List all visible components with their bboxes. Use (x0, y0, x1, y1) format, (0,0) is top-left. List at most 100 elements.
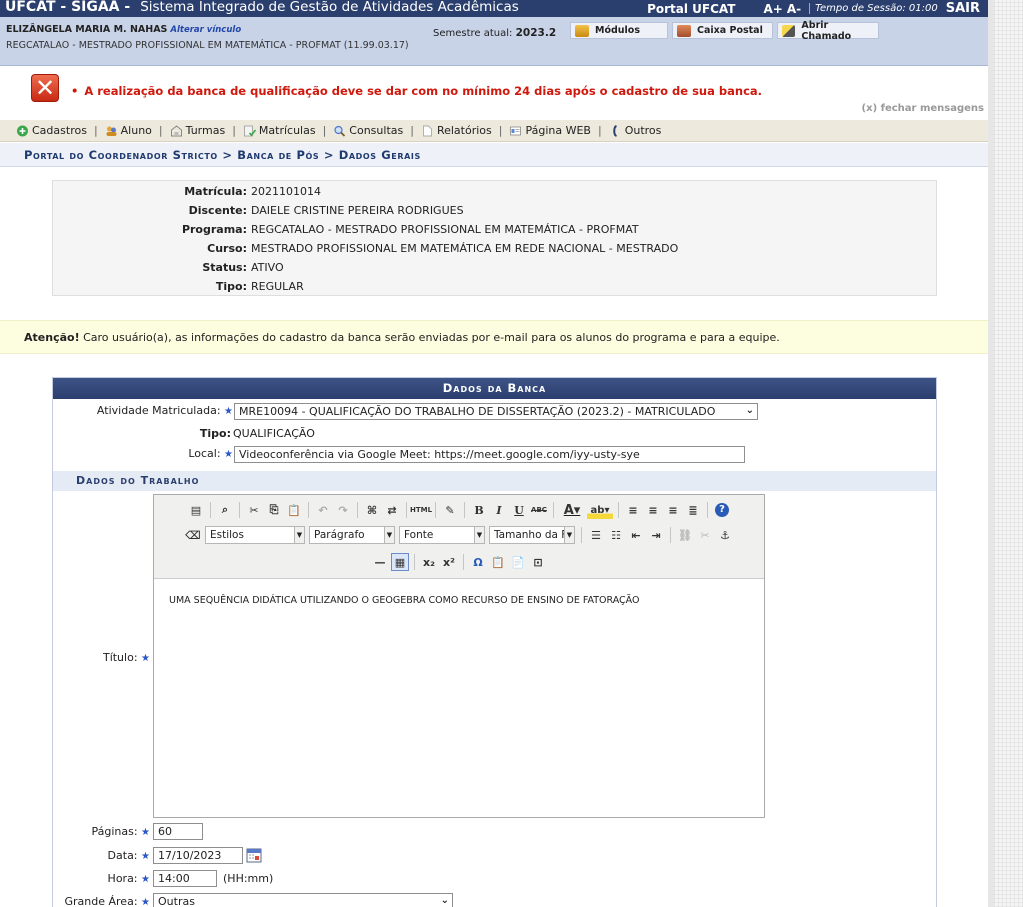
special-char-icon[interactable]: Ω (469, 553, 487, 571)
source-view-icon[interactable]: ▤ (187, 501, 205, 519)
menu-item-cadastros[interactable]: Cadastros (16, 124, 87, 137)
unlink-icon[interactable]: ✂ (696, 526, 714, 544)
data-input[interactable]: 17/10/2023 (153, 847, 243, 864)
subscript-icon[interactable]: x₂ (420, 553, 438, 571)
menu-item-pagina-web[interactable]: Página WEB (509, 124, 591, 137)
numbered-list-icon[interactable]: ☷ (607, 526, 625, 544)
portal-link[interactable]: Portal UFCAT (647, 2, 735, 16)
align-left-icon[interactable]: ≡ (624, 501, 642, 519)
cleanup-icon[interactable]: ✎ (441, 501, 459, 519)
logout-button[interactable]: SAIR (946, 1, 980, 16)
font-decrease-button[interactable]: A- (787, 2, 801, 16)
toolbar-separator (670, 527, 671, 543)
copy-icon[interactable]: ⎘ (265, 501, 283, 519)
modules-button[interactable]: Módulos (570, 22, 668, 39)
highlight-color-icon[interactable]: ab▾ (587, 501, 613, 519)
anchor-icon[interactable]: ⚓ (716, 526, 734, 544)
toolbar-separator (463, 554, 464, 570)
format-select[interactable]: Parágrafo ▼ (309, 526, 395, 544)
horizontal-rule-icon[interactable]: — (371, 553, 389, 571)
html-icon[interactable]: HTML (410, 501, 432, 519)
replace-icon[interactable]: ⇄ (383, 501, 401, 519)
open-ticket-button[interactable]: Abrir Chamado (777, 20, 879, 42)
paste-word-icon[interactable]: 📄 (509, 553, 527, 571)
bold-icon[interactable]: B (470, 501, 488, 519)
enroll-icon (244, 125, 256, 136)
classroom-icon (170, 124, 182, 136)
student-row-matricula: Matrícula: 2021101014 (53, 185, 938, 204)
field-label: Curso: (207, 242, 247, 255)
students-icon (106, 126, 117, 136)
redo-icon[interactable]: ↷ (334, 501, 352, 519)
required-star-icon: ★ (141, 851, 150, 862)
font-size-select[interactable]: Tamanho da F ▼ (489, 526, 575, 544)
required-star-icon: ★ (141, 653, 150, 664)
undo-icon[interactable]: ↶ (314, 501, 332, 519)
text-color-icon[interactable]: A▾ (559, 501, 585, 519)
find-icon[interactable]: ⌘ (363, 501, 381, 519)
table-icon[interactable]: ▦ (391, 553, 409, 571)
toolbar-row-2: ⌫ Estilos ▼ Parágrafo ▼ Fonte ▼ Tamanho da … (154, 523, 764, 547)
font-select[interactable]: Fonte ▼ (399, 526, 485, 544)
menu-item-aluno[interactable]: Aluno (105, 124, 152, 137)
toolbar-row-1: ▤ ⌕ ✂ ⎘ 📋 ↶ ↷ ⌘ ⇄ HTML ✎ B I U ABC A▾ ab… (154, 498, 764, 522)
change-link[interactable]: Alterar vínculo (170, 25, 241, 35)
local-label-cell: Local: ★ (53, 447, 233, 467)
data-label-text: Data: (107, 849, 138, 862)
toolbar-separator (553, 502, 554, 518)
strikethrough-icon[interactable]: ABC (530, 501, 548, 519)
cut-icon[interactable]: ✂ (245, 501, 263, 519)
preview-icon[interactable]: ⌕ (216, 501, 234, 519)
help-icon[interactable]: ? (713, 501, 731, 519)
attention-title: Atenção! (24, 331, 80, 344)
grande-area-select-value: Outras (158, 895, 195, 907)
indent-icon[interactable]: ⇥ (647, 526, 665, 544)
titulo-rich-text-editor[interactable]: ▤ ⌕ ✂ ⎘ 📋 ↶ ↷ ⌘ ⇄ HTML ✎ B I U ABC A▾ ab… (153, 494, 765, 818)
menu-item-relatorios[interactable]: Relatórios (421, 124, 492, 137)
editor-content[interactable]: UMA SEQUÊNCIA DIDÁTICA UTILIZANDO O GEOG… (169, 595, 639, 606)
grande-area-select[interactable]: Outras ⌄ (153, 893, 453, 907)
link-icon[interactable]: ⛓ (676, 526, 694, 544)
session-timer: Tempo de Sessão: 01:00 (809, 3, 938, 14)
tipo-label-cell: Tipo: (53, 427, 231, 447)
paginas-input[interactable]: 60 (153, 823, 203, 840)
underline-icon[interactable]: U (510, 501, 528, 519)
italic-icon[interactable]: I (490, 501, 508, 519)
atividade-select[interactable]: MRE10094 - QUALIFICAÇÃO DO TRABALHO DE D… (234, 403, 758, 420)
area-label: Grande Área: ★ (65, 895, 151, 907)
font-size-select-value: Tamanho da F (494, 529, 568, 541)
mailbox-icon (677, 24, 691, 37)
field-value: REGULAR (251, 280, 304, 293)
toolbar-separator (581, 527, 582, 543)
error-message-text: A realização da banca de qualificação de… (84, 84, 763, 98)
local-input[interactable]: Videoconferência via Google Meet: https:… (234, 446, 745, 463)
student-row-status: Status: ATIVO (53, 261, 938, 280)
hora-input[interactable]: 14:00 (153, 870, 217, 887)
menu-item-outros[interactable]: Outros (609, 124, 662, 137)
align-justify-icon[interactable]: ≣ (684, 501, 702, 519)
styles-select[interactable]: Estilos ▼ (205, 526, 305, 544)
tipo-value: QUALIFICAÇÃO (233, 427, 315, 440)
menu-item-consultas[interactable]: Consultas (333, 124, 403, 137)
close-messages-link[interactable]: (x) fechar mensagens (862, 103, 984, 114)
calendar-icon[interactable] (246, 847, 262, 863)
menu-label: Outros (624, 124, 662, 137)
menu-label: Página WEB (525, 124, 591, 137)
outdent-icon[interactable]: ⇤ (627, 526, 645, 544)
page-scrollbar[interactable] (988, 0, 1023, 907)
font-increase-button[interactable]: A+ (763, 2, 782, 16)
select-all-icon[interactable]: ⊡ (529, 553, 547, 571)
superscript-icon[interactable]: x² (440, 553, 458, 571)
atividade-label: Atividade Matriculada: ★ (97, 404, 233, 417)
paste-icon[interactable]: 📋 (285, 501, 303, 519)
menu-item-turmas[interactable]: Turmas (170, 124, 225, 137)
paste-text-icon[interactable]: 📋 (489, 553, 507, 571)
menu-item-matriculas[interactable]: Matrículas (243, 124, 316, 137)
align-center-icon[interactable]: ≡ (644, 501, 662, 519)
bullet-list-icon[interactable]: ☰ (587, 526, 605, 544)
font-select-value: Fonte (404, 529, 434, 541)
align-right-icon[interactable]: ≡ (664, 501, 682, 519)
eraser-icon[interactable]: ⌫ (184, 526, 202, 544)
banca-form: Dados da Banca Atividade Matriculada: ★ … (52, 377, 937, 907)
mailbox-button[interactable]: Caixa Postal (672, 22, 773, 39)
